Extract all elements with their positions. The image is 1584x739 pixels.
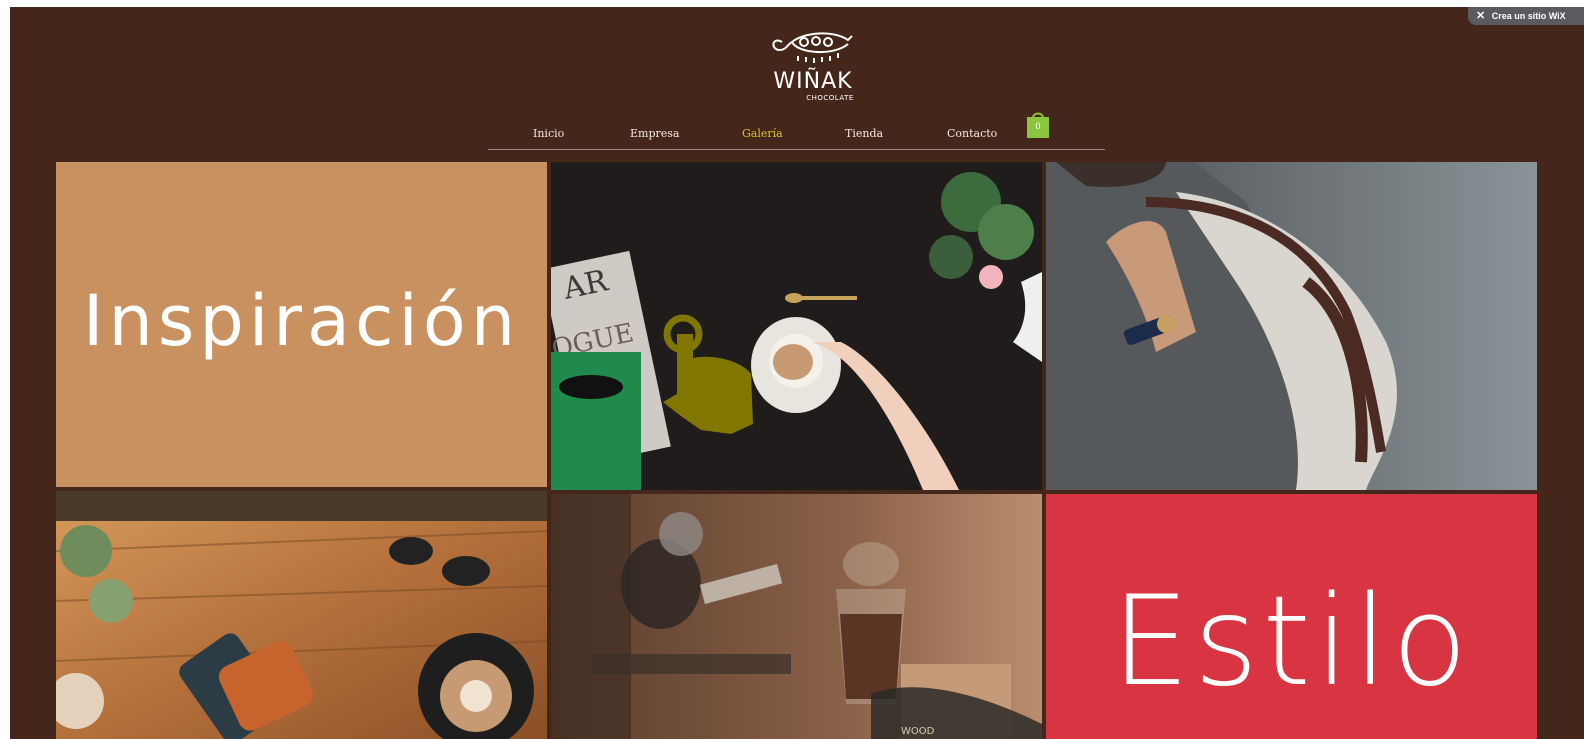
- nav-item-inicio[interactable]: Inicio: [533, 127, 564, 140]
- nav-item-galeria[interactable]: Galería: [742, 127, 783, 140]
- gallery-tile-cafe[interactable]: WOOD: [551, 494, 1042, 739]
- gallery-tile-wooden-table[interactable]: [56, 491, 547, 739]
- wix-badge-label: Crea un sitio WiX: [1491, 11, 1566, 21]
- brand-name: WIÑAK: [773, 69, 853, 94]
- main-nav: Inicio Empresa Galería Tienda Contacto 0: [488, 112, 1105, 150]
- wix-badge[interactable]: ✕ Crea un sitio WiX: [1468, 7, 1584, 25]
- brand-subtitle: CHOCOLATE: [806, 94, 854, 102]
- cart-count: 0: [1035, 121, 1041, 131]
- coffee-table-photo: AR OGUE: [551, 162, 1042, 490]
- gallery-tile-man-with-bag[interactable]: [1046, 162, 1537, 490]
- nav-item-empresa[interactable]: Empresa: [630, 127, 679, 140]
- gallery-tile-coffee-table[interactable]: AR OGUE: [551, 162, 1042, 490]
- site-page: ✕ Crea un sitio WiX WIÑAK CHOCOLATE Inic…: [10, 7, 1584, 739]
- tile-text-inspiracion: Inspiración: [82, 280, 521, 362]
- gallery-tile-inspiracion[interactable]: Inspiración: [56, 162, 547, 487]
- man-with-bag-photo: [1046, 162, 1537, 490]
- gallery-tile-estilo[interactable]: Estilo: [1046, 494, 1537, 739]
- nav-item-contacto[interactable]: Contacto: [947, 127, 997, 140]
- tile-text-estilo: Estilo: [1111, 570, 1472, 714]
- nav-item-tienda[interactable]: Tienda: [845, 127, 883, 140]
- cart-button[interactable]: 0: [1026, 109, 1050, 139]
- cafe-photo: WOOD: [551, 494, 1042, 739]
- wooden-table-photo: [56, 491, 547, 739]
- svg-text:WOOD: WOOD: [901, 726, 935, 737]
- close-icon[interactable]: ✕: [1476, 10, 1485, 22]
